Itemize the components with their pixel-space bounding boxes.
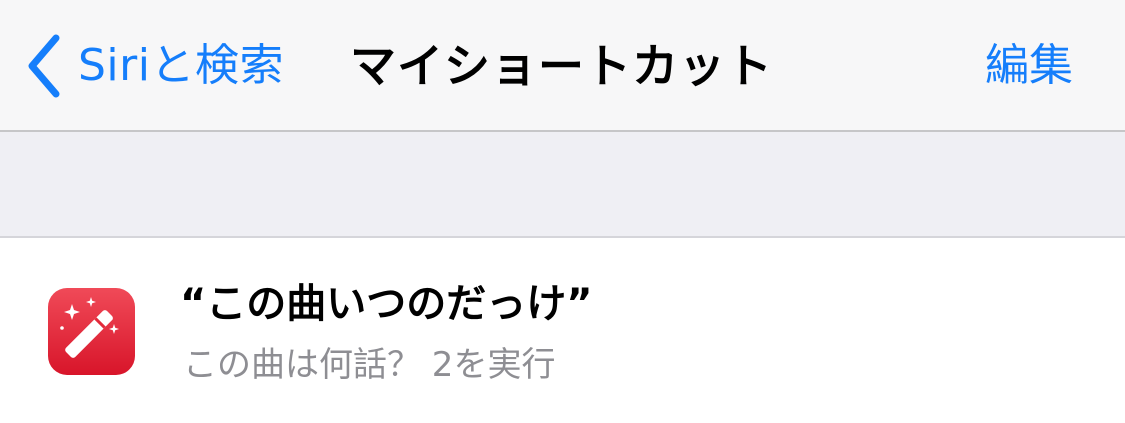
edit-button[interactable]: 編集	[985, 30, 1073, 102]
magic-wand-icon	[48, 288, 135, 375]
shortcut-phrase: “この曲いつのだっけ”	[180, 281, 593, 327]
back-button-label: Siriと検索	[78, 40, 284, 91]
section-header-spacer	[0, 132, 1125, 238]
shortcut-row[interactable]: “この曲いつのだっけ” この曲は何話？ 2を実行	[0, 238, 1125, 423]
navigation-bar: Siriと検索 マイショートカット 編集	[0, 0, 1125, 132]
back-button[interactable]: Siriと検索	[24, 30, 284, 102]
shortcut-action-description: この曲は何話？ 2を実行	[183, 345, 556, 385]
page-title: マイショートカット	[350, 39, 773, 93]
chevron-left-icon	[24, 30, 64, 102]
